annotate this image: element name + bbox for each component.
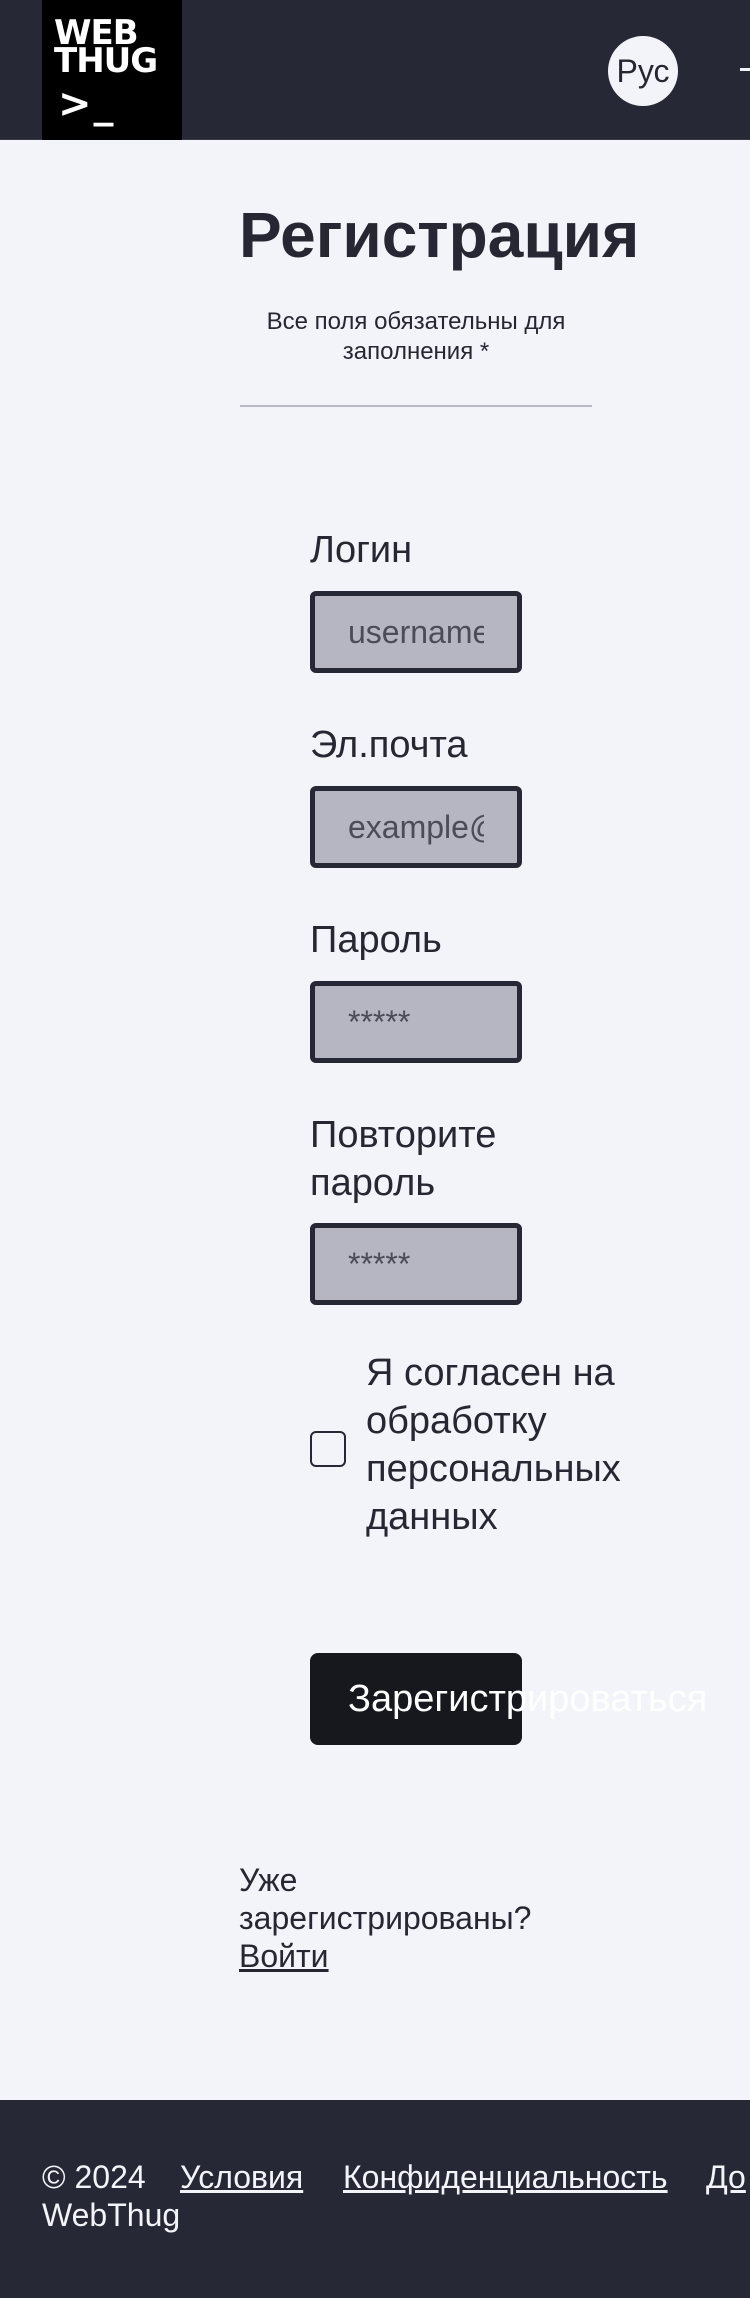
login-input[interactable] (310, 591, 522, 673)
language-button[interactable]: Рус (608, 36, 678, 106)
title-divider (240, 405, 592, 407)
email-label: Эл.почта (310, 724, 468, 766)
page-title: Регистрация (239, 199, 640, 271)
password-label: Пароль (310, 919, 442, 961)
required-fields-note: Все поля обязательны для заполнения * (266, 308, 566, 365)
repeat-password-input[interactable] (310, 1223, 522, 1305)
register-button[interactable]: Зарегистрироваться (310, 1653, 707, 1745)
menu-icon[interactable] (740, 68, 750, 71)
login-hint: Уже зарегистрированы? Войти (239, 1861, 569, 1975)
logo-prompt: >_ (58, 81, 116, 127)
webthug-logo[interactable]: WEB THUG >_ (42, 0, 182, 140)
footer-link-privacy[interactable]: Конфиденциальность (343, 2158, 668, 2196)
login-label: Логин (310, 529, 413, 571)
header: WEB THUG >_ Рус (0, 0, 750, 140)
password-input[interactable] (310, 981, 522, 1063)
register-button-label: Зарегистрироваться (348, 1678, 708, 1720)
footer-link-terms[interactable]: Условия (180, 2158, 303, 2196)
login-prompt: Уже зарегистрированы? (239, 1862, 532, 1936)
copyright: © 2024 WebThug (42, 2159, 181, 2233)
registration-page: Регистрация Все поля обязательны для зап… (0, 141, 750, 2101)
consent-label: Я согласен на обработку персональных дан… (366, 1352, 621, 1538)
consent-checkbox[interactable] (310, 1431, 346, 1467)
login-link[interactable]: Войти (239, 1938, 329, 1974)
footer: © 2024 WebThug Условия Конфиденциальност… (0, 2100, 750, 2298)
footer-link-more[interactable]: До (706, 2158, 746, 2196)
repeat-password-label: Повторите пароль (310, 1114, 497, 1204)
email-input[interactable] (310, 786, 522, 868)
logo-line-2: THUG (54, 41, 158, 81)
